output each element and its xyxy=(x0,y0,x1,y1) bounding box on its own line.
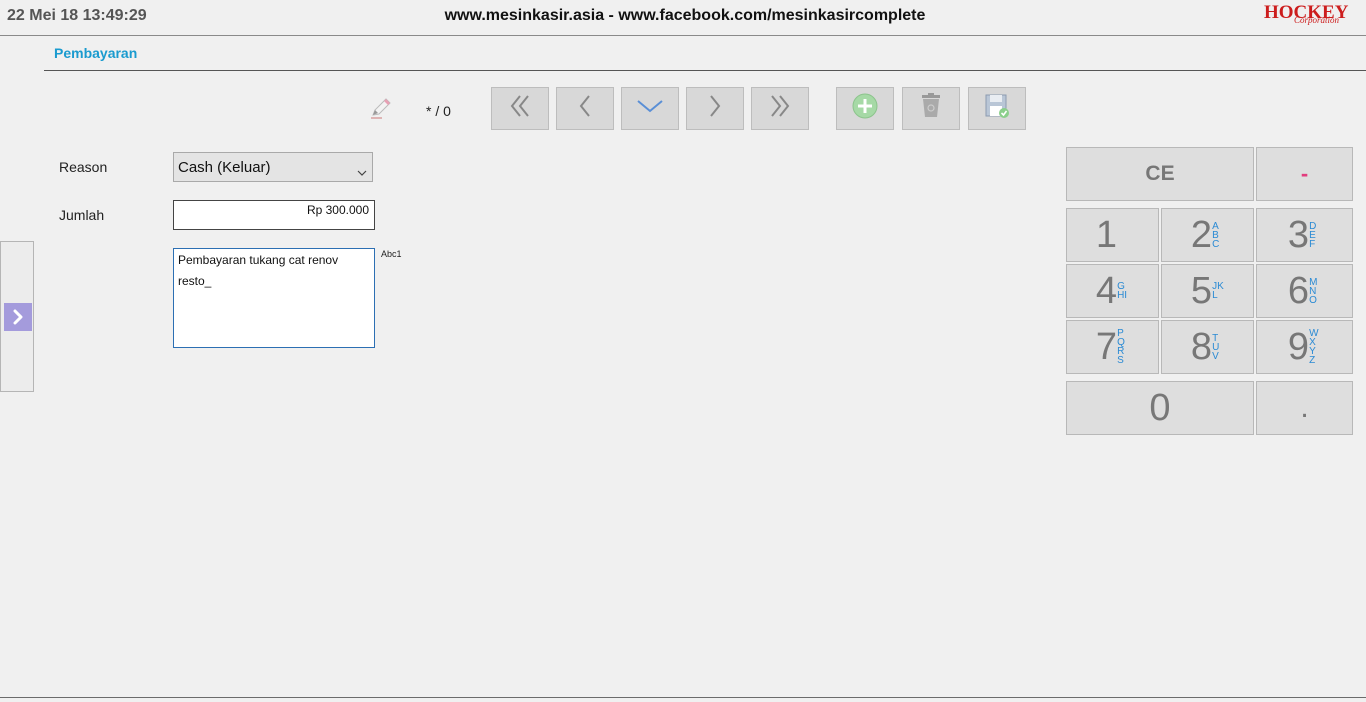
tab-pembayaran[interactable]: Pembayaran xyxy=(54,45,137,61)
add-button[interactable] xyxy=(836,87,894,130)
key-5[interactable]: 5 JKL xyxy=(1161,264,1254,318)
key-0[interactable]: 0 xyxy=(1066,381,1254,435)
key-letters: ABC xyxy=(1212,220,1220,250)
logo: HOCKEY Corporation xyxy=(1262,2,1358,26)
key-letters: GHI xyxy=(1117,281,1128,301)
reason-label: Reason xyxy=(59,159,108,175)
previous-record-icon xyxy=(576,93,594,124)
key-2[interactable]: 2 ABC xyxy=(1161,208,1254,262)
key-digit: 6 xyxy=(1287,270,1310,312)
first-record-icon xyxy=(508,93,532,124)
last-record-button[interactable] xyxy=(751,87,809,130)
key-9[interactable]: 9 WXYZ xyxy=(1256,320,1353,374)
next-record-icon xyxy=(706,93,724,124)
key-digit: 5 xyxy=(1190,270,1213,312)
clear-entry-label: CE xyxy=(1145,162,1175,185)
bottom-divider xyxy=(0,697,1366,698)
section-divider xyxy=(44,70,1366,71)
key-digit: 0 xyxy=(1149,387,1171,429)
previous-record-button[interactable] xyxy=(556,87,614,130)
key-letters: MNO xyxy=(1309,276,1318,306)
chevron-down-icon xyxy=(357,164,367,181)
site-title: www.mesinkasir.asia - www.facebook.com/m… xyxy=(444,7,926,24)
record-position: * / 0 xyxy=(426,103,451,119)
chevron-down-icon xyxy=(636,98,664,119)
top-bar: 22 Mei 18 13:49:29 www.mesinkasir.asia -… xyxy=(0,0,1366,36)
key-4[interactable]: 4 GHI xyxy=(1066,264,1159,318)
first-record-button[interactable] xyxy=(491,87,549,130)
minus-label: - xyxy=(1300,161,1309,186)
key-digit: 1 xyxy=(1095,214,1118,256)
key-letters: WXYZ xyxy=(1309,328,1319,366)
down-button[interactable] xyxy=(621,87,679,130)
key-letters: DEF xyxy=(1309,220,1317,250)
key-3[interactable]: 3 DEF xyxy=(1256,208,1353,262)
delete-icon xyxy=(919,92,943,125)
key-7[interactable]: 7 PQRS xyxy=(1066,320,1159,374)
input-mode-indicator: Abc1 xyxy=(381,249,402,259)
amount-input[interactable]: Rp 300.000 xyxy=(173,200,375,230)
last-record-icon xyxy=(768,93,792,124)
next-record-button[interactable] xyxy=(686,87,744,130)
key-digit: 8 xyxy=(1190,326,1213,368)
reason-select[interactable]: Cash (Keluar) xyxy=(173,152,373,182)
edit-pencil-icon xyxy=(368,95,394,121)
minus-key[interactable]: - xyxy=(1256,147,1353,201)
key-1[interactable]: 1 xyxy=(1066,208,1159,262)
logo-sub: Corporation xyxy=(1294,15,1340,25)
delete-button[interactable] xyxy=(902,87,960,130)
key-6[interactable]: 6 MNO xyxy=(1256,264,1353,318)
key-letters: TUV xyxy=(1212,332,1220,362)
key-digit: 2 xyxy=(1190,214,1213,256)
key-letters: JKL xyxy=(1212,281,1224,301)
clear-entry-key[interactable]: CE xyxy=(1066,147,1254,201)
save-icon xyxy=(983,92,1011,125)
add-icon xyxy=(851,92,879,125)
key-digit: 3 xyxy=(1287,214,1310,256)
key-digit: 9 xyxy=(1287,326,1310,368)
decimal-label: . xyxy=(1300,391,1309,424)
reason-value: Cash (Keluar) xyxy=(178,159,271,176)
chevron-right-icon[interactable] xyxy=(4,303,32,331)
key-digit: 7 xyxy=(1095,326,1118,368)
key-8[interactable]: 8 TUV xyxy=(1161,320,1254,374)
key-letters: PQRS xyxy=(1117,328,1125,366)
side-panel-toggle[interactable] xyxy=(0,241,34,392)
note-textarea[interactable]: Pembayaran tukang cat renov resto_ xyxy=(173,248,375,348)
key-digit: 4 xyxy=(1095,270,1118,312)
save-button[interactable] xyxy=(968,87,1026,130)
amount-label: Jumlah xyxy=(59,207,105,223)
decimal-key[interactable]: . xyxy=(1256,381,1353,435)
